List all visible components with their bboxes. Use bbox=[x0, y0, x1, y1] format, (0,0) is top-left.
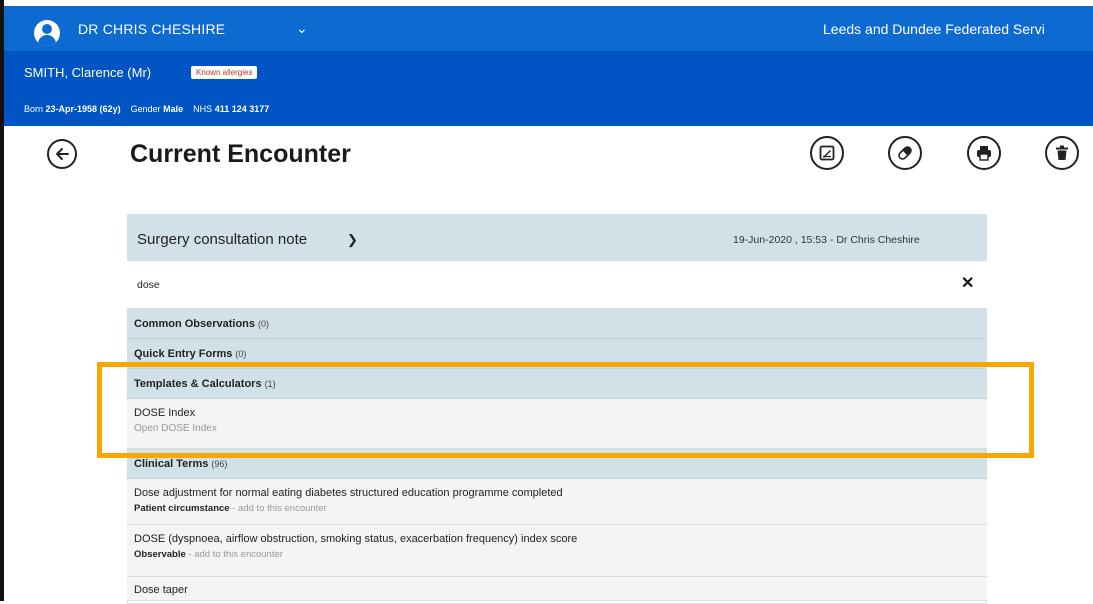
result-subtitle: Patient circumstance - add to this encou… bbox=[134, 503, 327, 514]
clinical-term-item[interactable]: Dose taper bbox=[127, 577, 987, 601]
delete-icon bbox=[1056, 145, 1068, 160]
born-label: Born bbox=[24, 104, 44, 114]
clear-search-icon[interactable]: ✕ bbox=[961, 273, 974, 293]
section-count: (0) bbox=[235, 349, 247, 359]
notes-button[interactable] bbox=[810, 136, 844, 170]
patient-banner bbox=[4, 51, 1093, 126]
note-timestamp-author: 19-Jun-2020 , 15:53 - Dr Chris Cheshire bbox=[733, 234, 920, 246]
patient-name[interactable]: SMITH, Clarence (Mr) bbox=[24, 65, 151, 80]
page-title: Current Encounter bbox=[130, 140, 351, 168]
nhs-label: NHS bbox=[193, 104, 213, 114]
add-to-encounter-link[interactable]: add to this encounter bbox=[194, 549, 283, 560]
user-avatar-icon[interactable] bbox=[34, 20, 60, 46]
section-count: (96) bbox=[211, 459, 228, 469]
delete-button[interactable] bbox=[1045, 136, 1079, 170]
gender-value: Male bbox=[163, 104, 184, 114]
user-menu-chevron-down-icon[interactable]: ⌄ bbox=[296, 20, 308, 37]
medication-icon bbox=[898, 146, 912, 160]
medication-button[interactable] bbox=[888, 136, 922, 170]
clinical-term-item[interactable]: Dose adjustment for normal eating diabet… bbox=[127, 479, 987, 525]
search-input-value[interactable]: dose bbox=[137, 279, 160, 291]
result-title: Dose taper bbox=[134, 584, 188, 596]
section-title: Quick Entry Forms bbox=[134, 348, 233, 360]
chevron-down-icon[interactable]: ❯ bbox=[347, 232, 358, 248]
back-button[interactable] bbox=[47, 139, 77, 169]
highlight-box bbox=[97, 362, 1034, 458]
print-icon bbox=[977, 146, 991, 161]
result-title: DOSE (dyspnoea, airflow obstruction, smo… bbox=[134, 533, 578, 545]
section-common-observations[interactable]: Common Observations (0) bbox=[127, 309, 987, 339]
arrow-left-icon bbox=[56, 148, 69, 160]
section-label: Common Observations (0) bbox=[134, 318, 269, 330]
clinical-term-item[interactable]: DOSE (dyspnoea, airflow obstruction, smo… bbox=[127, 525, 987, 577]
organisation-name: Leeds and Dundee Federated Servi bbox=[823, 21, 1045, 37]
add-to-encounter-link[interactable]: add to this encounter bbox=[238, 503, 327, 514]
section-title: Clinical Terms bbox=[134, 458, 209, 470]
nhs-number: 411 124 3177 bbox=[214, 104, 270, 114]
print-button[interactable] bbox=[967, 136, 1001, 170]
section-label: Clinical Terms (96) bbox=[134, 458, 227, 470]
section-count: (0) bbox=[258, 319, 270, 329]
gender-label: Gender bbox=[130, 104, 161, 114]
term-category: Patient circumstance bbox=[134, 503, 230, 514]
term-category: Observable bbox=[134, 549, 186, 560]
result-subtitle: Observable - add to this encounter bbox=[134, 549, 283, 560]
patient-demographics: Born 23-Apr-1958 (62y) Gender Male NHS 4… bbox=[24, 104, 269, 114]
known-allergies-badge[interactable]: Known allergies bbox=[191, 66, 258, 79]
section-label: Quick Entry Forms (0) bbox=[134, 348, 246, 360]
note-type-selector[interactable]: Surgery consultation note bbox=[137, 231, 307, 248]
search-input[interactable] bbox=[127, 261, 987, 309]
user-name[interactable]: DR CHRIS CHESHIRE bbox=[78, 21, 225, 37]
notes-icon bbox=[819, 145, 835, 161]
section-title: Common Observations bbox=[134, 318, 256, 330]
result-title: Dose adjustment for normal eating diabet… bbox=[134, 487, 563, 499]
born-value: 23-Apr-1958 (62y) bbox=[45, 104, 121, 114]
